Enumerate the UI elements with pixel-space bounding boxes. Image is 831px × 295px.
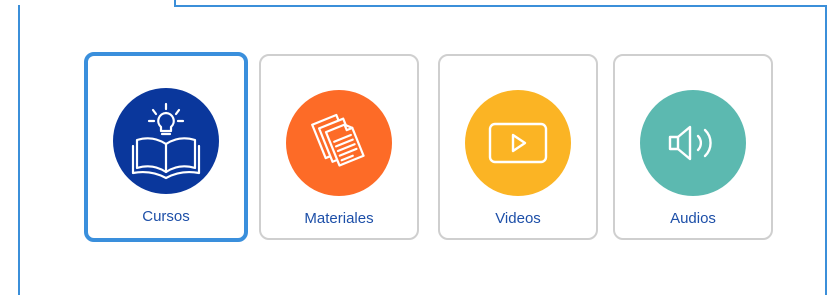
card-audios[interactable]: Audios xyxy=(613,54,773,240)
cursos-circle xyxy=(113,88,219,194)
card-label: Videos xyxy=(495,210,541,227)
content-frame: Cursos Materiales Videos Audios xyxy=(0,0,831,295)
card-materiales[interactable]: Materiales xyxy=(259,54,419,240)
speaker-icon xyxy=(666,123,720,163)
panel-tab-notch xyxy=(174,0,176,7)
play-screen-icon xyxy=(487,121,549,165)
videos-circle xyxy=(465,90,571,196)
materiales-circle xyxy=(286,90,392,196)
card-videos[interactable]: Videos xyxy=(438,54,598,240)
audios-circle xyxy=(640,90,746,196)
card-label: Audios xyxy=(670,210,716,227)
card-cursos[interactable]: Cursos xyxy=(84,52,248,242)
card-label: Cursos xyxy=(142,208,190,225)
card-label: Materiales xyxy=(304,210,374,227)
book-lightbulb-icon xyxy=(131,102,201,180)
documents-icon xyxy=(311,112,367,174)
panel-top-border xyxy=(174,5,827,7)
